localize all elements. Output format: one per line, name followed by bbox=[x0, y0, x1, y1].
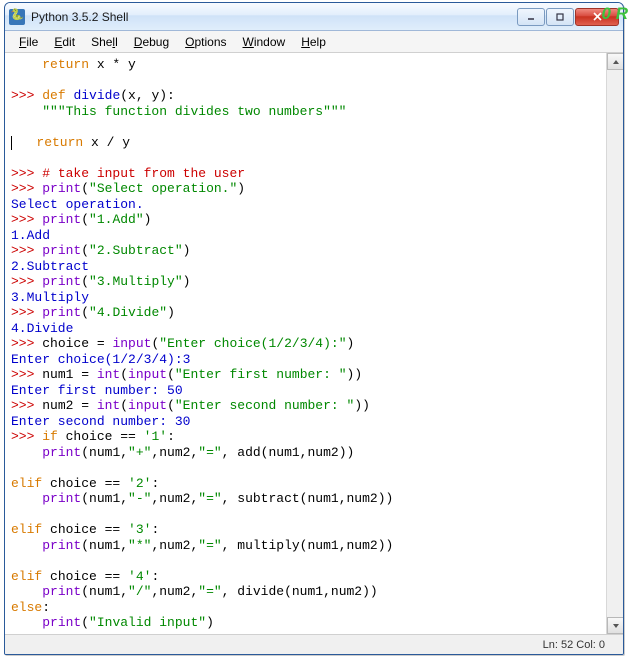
menu-help[interactable]: Help bbox=[293, 33, 334, 51]
window-title: Python 3.5.2 Shell bbox=[31, 10, 516, 24]
minimize-button[interactable] bbox=[517, 8, 545, 26]
overlay-watermark: 0 R bbox=[602, 4, 628, 24]
menu-debug-label: ebug bbox=[142, 35, 169, 49]
app-window: Python 3.5.2 Shell File Edit Shell Debug… bbox=[4, 2, 624, 655]
cursor-position: Ln: 52 Col: 0 bbox=[543, 639, 605, 651]
menu-edit-label: dit bbox=[62, 35, 75, 49]
scroll-up-button[interactable] bbox=[607, 53, 624, 70]
titlebar[interactable]: Python 3.5.2 Shell bbox=[5, 3, 623, 31]
menu-shell-label: l bbox=[115, 35, 118, 49]
vertical-scrollbar[interactable] bbox=[606, 53, 623, 634]
maximize-button[interactable] bbox=[546, 8, 574, 26]
menu-edit[interactable]: Edit bbox=[46, 33, 83, 51]
code-area[interactable]: return x * y >>> def divide(x, y): """Th… bbox=[5, 53, 623, 634]
menu-file-label: ile bbox=[26, 35, 38, 49]
menu-help-label: elp bbox=[310, 35, 326, 49]
python-icon bbox=[9, 9, 25, 25]
text-cursor bbox=[11, 136, 12, 150]
minimize-icon bbox=[526, 12, 536, 22]
menu-window-label: indow bbox=[254, 35, 285, 49]
menubar: File Edit Shell Debug Options Window Hel… bbox=[5, 31, 623, 53]
chevron-down-icon bbox=[612, 622, 620, 630]
menu-options-label: ptions bbox=[194, 35, 226, 49]
menu-file[interactable]: File bbox=[11, 33, 46, 51]
scroll-down-button[interactable] bbox=[607, 617, 624, 634]
chevron-up-icon bbox=[612, 58, 620, 66]
menu-window[interactable]: Window bbox=[235, 33, 294, 51]
menu-debug[interactable]: Debug bbox=[126, 33, 177, 51]
menu-shell[interactable]: Shell bbox=[83, 33, 126, 51]
menu-options[interactable]: Options bbox=[177, 33, 234, 51]
editor-pane: return x * y >>> def divide(x, y): """Th… bbox=[5, 53, 623, 634]
maximize-icon bbox=[555, 12, 565, 22]
statusbar: Ln: 52 Col: 0 bbox=[5, 634, 623, 654]
